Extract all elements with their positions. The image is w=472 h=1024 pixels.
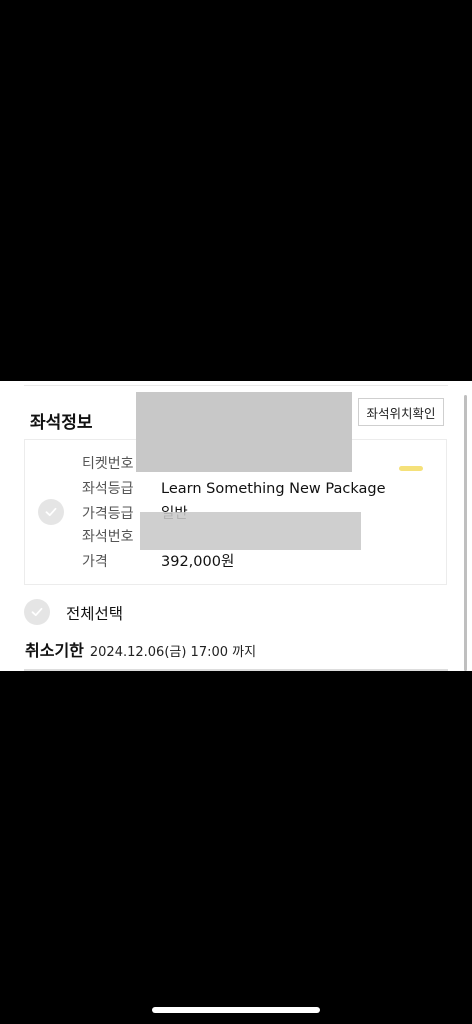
check-icon — [45, 507, 57, 517]
scrollbar[interactable] — [464, 395, 467, 671]
price-row: 가격 392,000원 — [82, 550, 234, 571]
redaction-block — [136, 392, 352, 472]
home-indicator[interactable] — [152, 1007, 320, 1013]
seat-grade-label: 좌석등급 — [82, 481, 134, 497]
divider — [24, 385, 448, 386]
ticket-detail-panel: 좌석정보 좌석위치확인 티켓번호 좌석등급 Learn Something New… — [0, 381, 472, 671]
cancel-deadline-title: 취소기한 — [25, 641, 84, 660]
price-label: 가격 — [82, 554, 108, 570]
cancel-deadline: 취소기한 2024.12.06(금) 17:00 까지 — [25, 637, 256, 661]
select-all-label: 전체선택 — [66, 605, 124, 623]
seat-location-button[interactable]: 좌석위치확인 — [358, 398, 444, 426]
seat-grade-value: Learn Something New Package — [161, 481, 386, 497]
seat-checkbox[interactable] — [38, 499, 64, 525]
price-value: 392,000원 — [161, 554, 235, 570]
divider — [24, 669, 448, 671]
check-icon — [31, 607, 43, 617]
cancel-deadline-date: 2024.12.06(금) 17:00 까지 — [89, 645, 257, 660]
seat-grade-row: 좌석등급 Learn Something New Package — [82, 478, 386, 498]
highlight-mark — [399, 466, 423, 471]
section-title: 좌석정보 — [30, 413, 93, 433]
select-all-checkbox[interactable] — [24, 599, 50, 625]
redaction-block — [140, 512, 361, 550]
